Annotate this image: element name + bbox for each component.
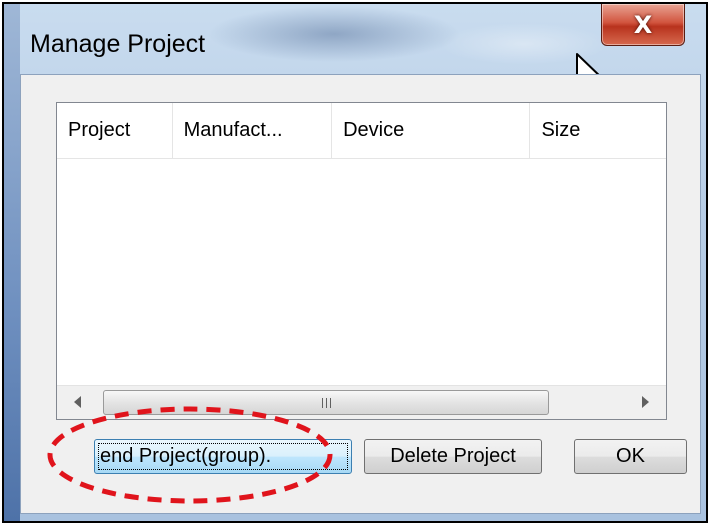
scrollbar-grip-icon (321, 397, 331, 408)
manage-project-dialog: Manage Project X Project Manufact... Dev… (4, 4, 706, 521)
column-header-manufacturer[interactable]: Manufact... (173, 103, 333, 158)
column-header-project[interactable]: Project (57, 103, 173, 158)
project-list[interactable]: Project Manufact... Device Size (56, 102, 667, 420)
dialog-client-area: Project Manufact... Device Size end Proj… (20, 74, 701, 514)
scrollbar-thumb[interactable] (103, 390, 549, 415)
append-project-group-button[interactable]: end Project(group). (94, 439, 352, 474)
ok-button[interactable]: OK (574, 439, 687, 474)
list-header: Project Manufact... Device Size (57, 103, 666, 159)
column-header-device[interactable]: Device (332, 103, 531, 158)
screenshot-frame: Manage Project X Project Manufact... Dev… (2, 2, 708, 523)
delete-project-button[interactable]: Delete Project (364, 439, 542, 474)
append-project-group-label: end Project(group). (100, 445, 272, 467)
chevron-right-icon[interactable] (642, 396, 649, 408)
window-title: Manage Project (30, 30, 206, 58)
window-left-border (4, 4, 20, 521)
close-icon: X (633, 10, 653, 39)
column-header-size[interactable]: Size (530, 103, 666, 158)
close-button[interactable]: X (601, 4, 685, 46)
horizontal-scrollbar[interactable] (57, 385, 666, 419)
chevron-left-icon[interactable] (74, 396, 81, 408)
